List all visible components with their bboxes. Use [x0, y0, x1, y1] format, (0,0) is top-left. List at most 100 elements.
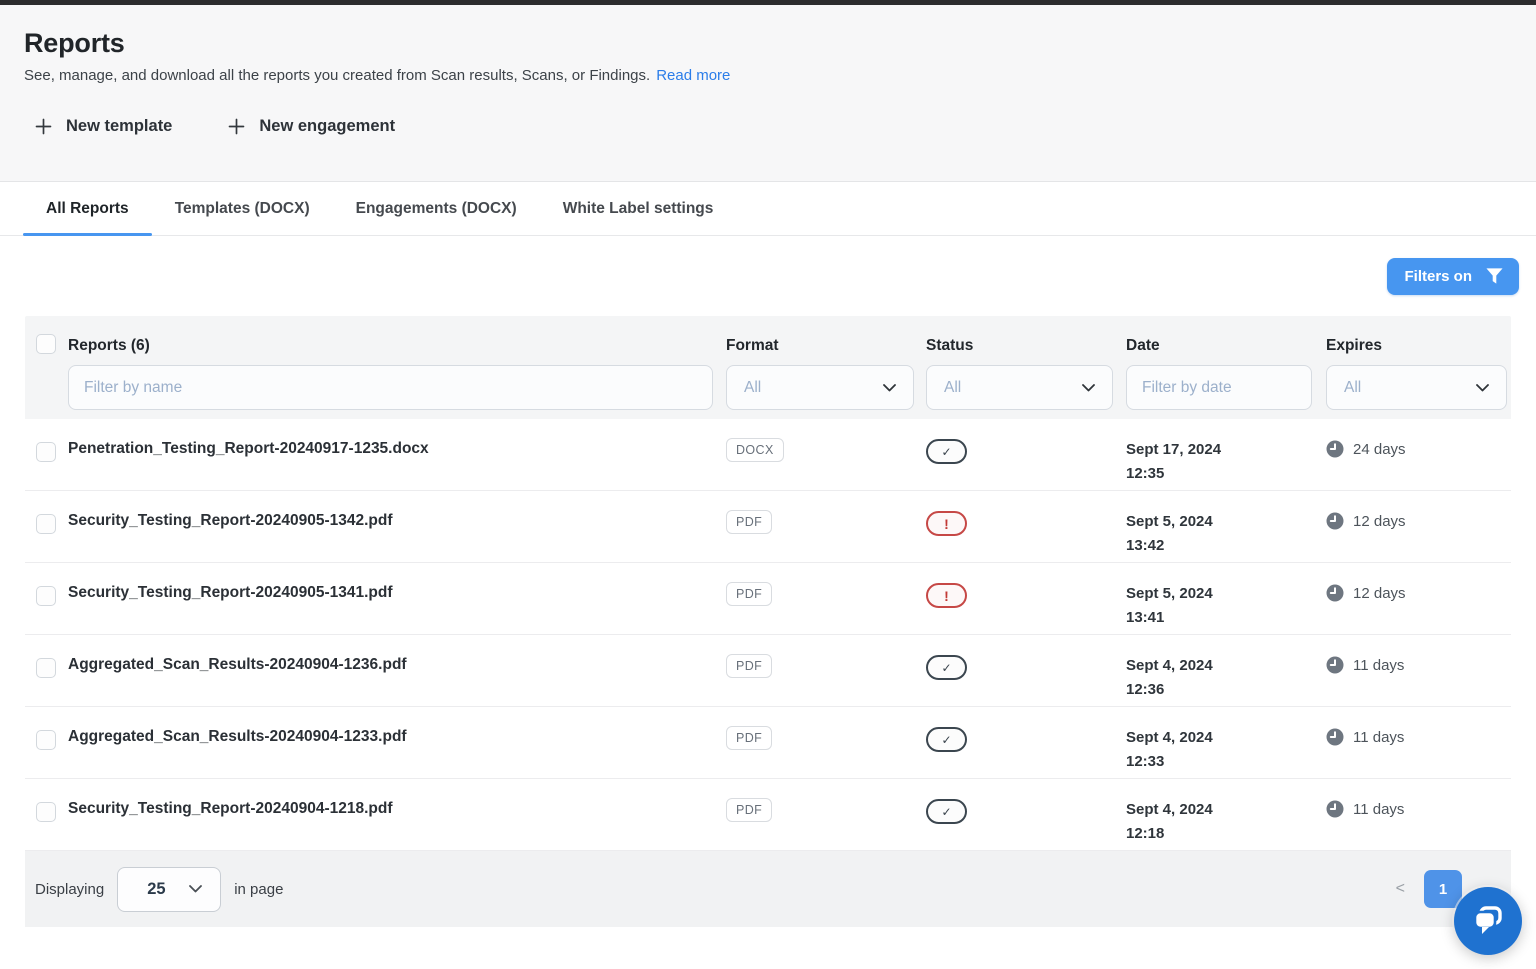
- report-expires-cell: 11 days: [1326, 728, 1511, 746]
- filter-date-input[interactable]: [1126, 365, 1312, 410]
- filter-format-select[interactable]: All: [726, 365, 914, 410]
- filter-status-select[interactable]: All: [926, 365, 1113, 410]
- table-row: Penetration_Testing_Report-20240917-1235…: [25, 419, 1511, 491]
- filters-on-label: Filters on: [1404, 268, 1472, 285]
- report-date-cell: Sept 17, 2024 12:35: [1126, 438, 1326, 486]
- reports-table: Reports (6) Format Status Date Expires A…: [25, 316, 1511, 851]
- clock-icon: [1326, 656, 1344, 674]
- report-date: Sept 17, 2024: [1126, 438, 1326, 462]
- report-expires-cell: 12 days: [1326, 584, 1511, 602]
- page-1-button[interactable]: 1: [1424, 870, 1462, 908]
- column-header-status: Status: [926, 337, 1126, 355]
- page-subtitle: See, manage, and download all the report…: [24, 67, 1512, 84]
- select-all-checkbox[interactable]: [36, 334, 56, 354]
- row-checkbox[interactable]: [36, 658, 56, 678]
- report-expires-cell: 11 days: [1326, 656, 1511, 674]
- report-name[interactable]: Aggregated_Scan_Results-20240904-1233.pd…: [68, 728, 407, 746]
- expires-value: 12 days: [1353, 513, 1406, 530]
- filter-name-input[interactable]: [68, 365, 713, 410]
- report-time: 12:36: [1126, 678, 1326, 702]
- table-row: Security_Testing_Report-20240905-1341.pd…: [25, 563, 1511, 635]
- format-badge: PDF: [726, 798, 772, 822]
- format-badge: DOCX: [726, 438, 784, 462]
- clock-icon: [1326, 584, 1344, 602]
- filter-status-value: All: [944, 379, 961, 397]
- header-actions: New template New engagement: [24, 117, 1512, 136]
- chat-bubbles-icon: [1468, 901, 1508, 941]
- expires-value: 11 days: [1353, 729, 1404, 746]
- report-time: 12:35: [1126, 462, 1326, 486]
- column-header-date: Date: [1126, 337, 1326, 355]
- row-checkbox[interactable]: [36, 586, 56, 606]
- report-name[interactable]: Penetration_Testing_Report-20240917-1235…: [68, 440, 429, 458]
- page-header: Reports See, manage, and download all th…: [0, 5, 1536, 182]
- filter-expires-select[interactable]: All: [1326, 365, 1507, 410]
- status-success-badge: ✓: [926, 727, 967, 752]
- report-name[interactable]: Security_Testing_Report-20240904-1218.pd…: [68, 800, 393, 818]
- format-badge: PDF: [726, 654, 772, 678]
- report-date-cell: Sept 5, 2024 13:42: [1126, 510, 1326, 558]
- tab-white-label-settings[interactable]: White Label settings: [540, 182, 737, 235]
- pagination-bar: Displaying 25 in page < 1: [25, 851, 1511, 927]
- report-name[interactable]: Aggregated_Scan_Results-20240904-1236.pd…: [68, 656, 407, 674]
- read-more-link[interactable]: Read more: [656, 67, 730, 84]
- status-glyph: ✓: [941, 806, 951, 818]
- report-expires-cell: 24 days: [1326, 440, 1511, 458]
- table-row: Aggregated_Scan_Results-20240904-1233.pd…: [25, 707, 1511, 779]
- tab-templates-docx[interactable]: Templates (DOCX): [152, 182, 333, 235]
- chevron-down-icon: [189, 885, 202, 893]
- filter-expires-value: All: [1344, 379, 1361, 397]
- report-date: Sept 5, 2024: [1126, 582, 1326, 606]
- report-time: 12:33: [1126, 750, 1326, 774]
- new-template-button[interactable]: New template: [35, 117, 172, 136]
- chat-widget-button[interactable]: [1454, 887, 1522, 955]
- chevron-down-icon: [1476, 384, 1489, 392]
- expires-value: 11 days: [1353, 657, 1404, 674]
- new-engagement-label: New engagement: [259, 117, 395, 136]
- displaying-label: Displaying: [35, 881, 104, 898]
- row-checkbox[interactable]: [36, 514, 56, 534]
- table-row: Security_Testing_Report-20240904-1218.pd…: [25, 779, 1511, 851]
- status-success-badge: ✓: [926, 439, 967, 464]
- table-body: Penetration_Testing_Report-20240917-1235…: [25, 419, 1511, 851]
- tab-all-reports[interactable]: All Reports: [23, 182, 152, 235]
- format-badge: PDF: [726, 510, 772, 534]
- status-error-badge: !: [926, 511, 967, 536]
- plus-icon: [35, 118, 52, 135]
- report-time: 12:18: [1126, 822, 1326, 846]
- report-date-cell: Sept 4, 2024 12:33: [1126, 726, 1326, 774]
- previous-page-button[interactable]: <: [1396, 880, 1405, 898]
- table-row: Aggregated_Scan_Results-20240904-1236.pd…: [25, 635, 1511, 707]
- filter-funnel-icon: [1485, 267, 1504, 285]
- tab-engagements-docx[interactable]: Engagements (DOCX): [333, 182, 540, 235]
- page-subtitle-text: See, manage, and download all the report…: [24, 67, 650, 84]
- column-header-reports: Reports (6): [68, 337, 726, 355]
- tab-bar: All Reports Templates (DOCX) Engagements…: [0, 182, 1536, 236]
- clock-icon: [1326, 800, 1344, 818]
- plus-icon: [228, 118, 245, 135]
- chevron-down-icon: [1082, 384, 1095, 392]
- status-glyph: ✓: [941, 446, 951, 458]
- filters-toolbar: Filters on: [0, 236, 1536, 316]
- report-time: 13:42: [1126, 534, 1326, 558]
- format-badge: PDF: [726, 726, 772, 750]
- chevron-down-icon: [883, 384, 896, 392]
- expires-value: 12 days: [1353, 585, 1406, 602]
- status-glyph: !: [944, 517, 949, 531]
- report-date: Sept 5, 2024: [1126, 510, 1326, 534]
- page-size-select[interactable]: 25: [117, 867, 221, 912]
- new-engagement-button[interactable]: New engagement: [228, 117, 395, 136]
- page-title: Reports: [24, 5, 1512, 58]
- report-date-cell: Sept 4, 2024 12:18: [1126, 798, 1326, 846]
- status-success-badge: ✓: [926, 799, 967, 824]
- row-checkbox[interactable]: [36, 802, 56, 822]
- report-name[interactable]: Security_Testing_Report-20240905-1342.pd…: [68, 512, 393, 530]
- row-checkbox[interactable]: [36, 442, 56, 462]
- report-name[interactable]: Security_Testing_Report-20240905-1341.pd…: [68, 584, 393, 602]
- row-checkbox[interactable]: [36, 730, 56, 750]
- filters-on-button[interactable]: Filters on: [1387, 258, 1519, 295]
- filter-format-value: All: [744, 379, 761, 397]
- report-expires-cell: 11 days: [1326, 800, 1511, 818]
- clock-icon: [1326, 728, 1344, 746]
- status-success-badge: ✓: [926, 655, 967, 680]
